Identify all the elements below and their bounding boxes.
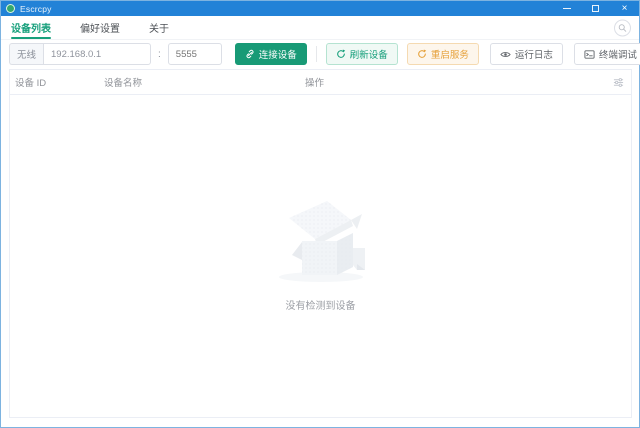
tab-device-list[interactable]: 设备列表 xyxy=(11,16,51,39)
device-table: 设备 ID 设备名称 操作 xyxy=(9,69,632,418)
escrcpy-window: Escrcpy × 设备列表 偏好设置 关于 无线 : xyxy=(0,0,640,428)
port-separator: : xyxy=(158,49,161,60)
tab-about-label: 关于 xyxy=(149,20,169,35)
tab-bar: 设备列表 偏好设置 关于 xyxy=(1,16,639,40)
column-header-operation: 操作 xyxy=(300,75,605,89)
terminal-debug-label: 终端调试 xyxy=(599,47,637,61)
eye-icon xyxy=(500,49,511,60)
maximize-icon xyxy=(592,5,599,12)
tab-preferences[interactable]: 偏好设置 xyxy=(80,16,120,39)
window-title: Escrcpy xyxy=(20,4,52,14)
refresh-icon xyxy=(336,49,346,59)
terminal-icon xyxy=(584,49,595,60)
run-logs-button[interactable]: 运行日志 xyxy=(490,43,563,65)
link-icon xyxy=(245,49,255,59)
connect-device-button[interactable]: 连接设备 xyxy=(235,43,307,65)
empty-state-text: 没有检测到设备 xyxy=(286,297,356,312)
tab-device-list-label: 设备列表 xyxy=(11,20,51,35)
column-settings-icon xyxy=(613,77,624,88)
window-controls: × xyxy=(552,1,639,16)
titlebar[interactable]: Escrcpy × xyxy=(1,1,639,16)
minimize-button[interactable] xyxy=(552,1,581,16)
column-header-device-id: 设备 ID xyxy=(10,75,99,89)
restart-service-button[interactable]: 重启服务 xyxy=(407,43,479,65)
address-input-group: 无线 xyxy=(9,43,151,65)
close-button[interactable]: × xyxy=(610,1,639,16)
column-header-device-name: 设备名称 xyxy=(99,75,300,89)
restart-icon xyxy=(417,49,427,59)
app-icon xyxy=(6,4,15,13)
port-input[interactable] xyxy=(168,43,222,65)
connection-toolbar: 无线 : 连接设备 刷新设备 重启服务 xyxy=(1,40,639,68)
column-settings-button[interactable] xyxy=(605,77,631,88)
ip-address-input[interactable] xyxy=(43,43,151,65)
toolbar-divider xyxy=(316,46,317,62)
maximize-button[interactable] xyxy=(581,1,610,16)
connect-device-label: 连接设备 xyxy=(259,47,297,61)
restart-service-label: 重启服务 xyxy=(431,47,469,61)
tab-preferences-label: 偏好设置 xyxy=(80,20,120,35)
empty-state: 没有检测到设备 xyxy=(269,191,373,312)
refresh-devices-button[interactable]: 刷新设备 xyxy=(326,43,398,65)
run-logs-label: 运行日志 xyxy=(515,47,553,61)
tab-about[interactable]: 关于 xyxy=(149,16,169,39)
search-button[interactable] xyxy=(614,19,631,36)
terminal-debug-button[interactable]: 终端调试 xyxy=(574,43,640,65)
device-table-body: 没有检测到设备 xyxy=(10,95,631,417)
empty-state-illustration xyxy=(269,191,373,285)
close-icon: × xyxy=(622,4,628,14)
minimize-icon xyxy=(563,8,571,9)
connection-mode-label[interactable]: 无线 xyxy=(9,43,43,65)
device-table-header: 设备 ID 设备名称 操作 xyxy=(10,70,631,95)
refresh-devices-label: 刷新设备 xyxy=(350,47,388,61)
search-icon xyxy=(618,23,627,32)
